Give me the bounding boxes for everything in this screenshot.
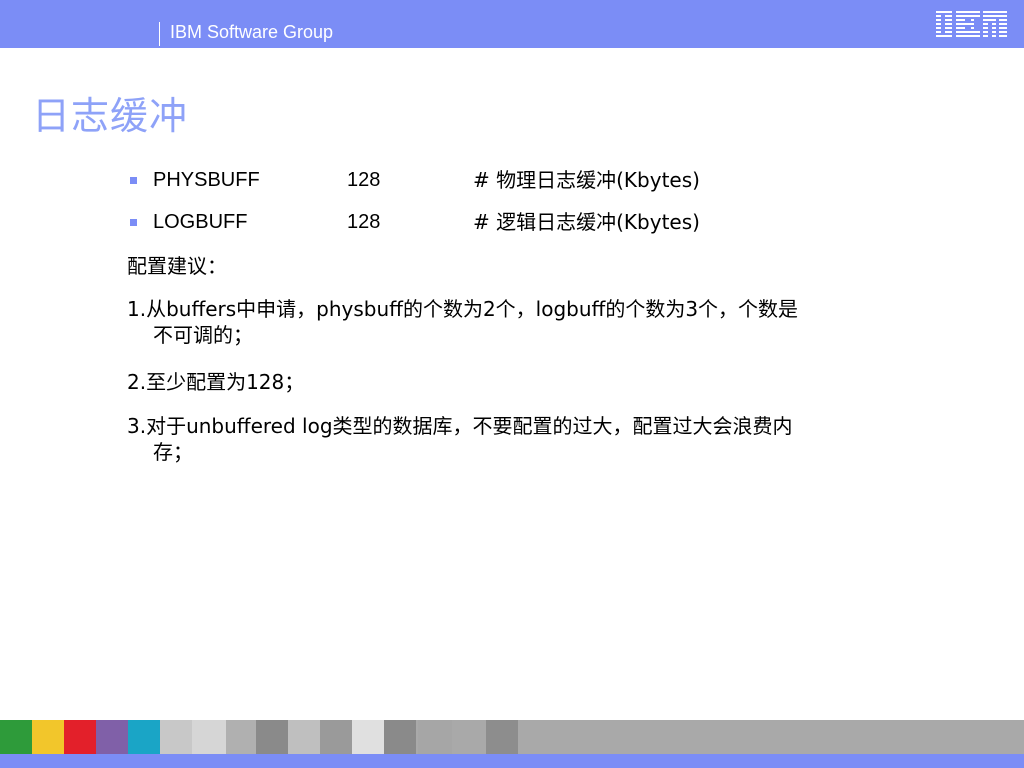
- footer-tile: [256, 720, 288, 754]
- footer-tile: [288, 720, 320, 754]
- advice-item-3: 3.对于unbuffered log类型的数据库，不要配置的过大，配置过大会浪费…: [127, 413, 967, 465]
- param-comment: # 物理日志缓冲(Kbytes): [473, 168, 700, 192]
- footer-tile: [352, 720, 384, 754]
- header-bar: IBM Software Group: [0, 0, 1024, 48]
- param-key: LOGBUFF: [153, 211, 248, 233]
- footer-strip: [0, 720, 1024, 768]
- footer-tile: [32, 720, 64, 754]
- param-comment: # 逻辑日志缓冲(Kbytes): [473, 210, 700, 234]
- footer-tile: [518, 720, 550, 754]
- param-value: 128: [347, 211, 381, 233]
- bullet-square-icon: [130, 177, 137, 184]
- advice-item-3-line2: 存；: [153, 440, 193, 464]
- footer-tile: [0, 720, 32, 754]
- software-group-label: IBM Software Group: [170, 22, 334, 42]
- footer-tile: [418, 720, 452, 754]
- footer-tile: [320, 720, 352, 754]
- footer-tile: [96, 720, 128, 754]
- param-key: PHYSBUFF: [153, 169, 260, 191]
- footer-tile: [128, 720, 160, 754]
- footer-bar: [0, 754, 1024, 768]
- advice-item-1-line1: 1.从buffers中申请，physbuff的个数为2个，logbuff的个数为…: [127, 297, 799, 321]
- param-value: 128: [347, 169, 381, 191]
- footer-tile: [452, 720, 486, 754]
- footer-tile: [192, 720, 226, 754]
- footer-tiles: [0, 720, 1024, 754]
- bullet-square-icon: [130, 219, 137, 226]
- header-separator: [159, 22, 160, 46]
- slide-title: 日志缓冲: [32, 94, 189, 138]
- footer-tile: [226, 720, 256, 754]
- footer-tile: [160, 720, 192, 754]
- advice-item-2: 2.至少配置为128；: [127, 370, 305, 394]
- advice-item-1-line2: 不可调的；: [153, 323, 253, 347]
- footer-tile: [64, 720, 96, 754]
- footer-tile: [384, 720, 416, 754]
- advice-item-1: 1.从buffers中申请，physbuff的个数为2个，logbuff的个数为…: [127, 296, 967, 348]
- ibm-logo: [936, 9, 1007, 39]
- footer-tile: [486, 720, 518, 754]
- advice-item-3-line1: 3.对于unbuffered log类型的数据库，不要配置的过大，配置过大会浪费…: [127, 414, 793, 438]
- advice-heading: 配置建议：: [127, 254, 227, 278]
